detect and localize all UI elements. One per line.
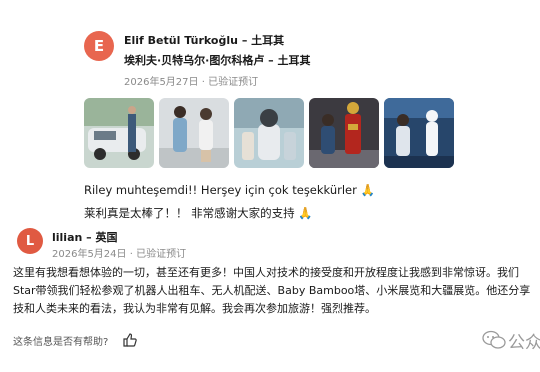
reviewer-name-translated: 埃利夫·贝特乌尔·图尔科格卢 – 土耳其 <box>124 54 311 67</box>
review-date: 2026年5月27日 · 已验证预订 <box>124 77 259 88</box>
review-quote-translated: 莱利真是太棒了！！ 非常感谢大家的支持 🙏 <box>84 206 313 220</box>
review-photo-2[interactable] <box>159 98 229 168</box>
photo-gallery <box>84 98 464 170</box>
review-quote-original: Riley muhteşemdi!! Herşey için çok teşek… <box>84 183 375 197</box>
reviewer-avatar: E <box>84 31 114 61</box>
reviewer-name[interactable]: lilian – 英国 <box>52 229 118 245</box>
review-date: 2026年5月24日 · 已验证预订 <box>52 249 187 260</box>
review-body-line: 技和人类未来的看法，我认为非常有见解。我会再次参加旅游！强烈推荐。 <box>13 302 376 315</box>
review-photo-1[interactable] <box>84 98 154 168</box>
helpful-prompt: 这条信息是否有帮助? <box>13 337 109 348</box>
review-photo-5[interactable] <box>384 98 454 168</box>
review-body-line: Star带领我们轻松参观了机器人出租车、无人机配送、Baby Bamboo塔、小… <box>13 284 531 297</box>
reviewer-avatar: L <box>17 228 43 254</box>
reviewer-name[interactable]: Elif Betül Türkoğlu – 土耳其 <box>124 32 284 48</box>
review-photo-4[interactable] <box>309 98 379 168</box>
review-body: 这里有我想看想体验的一切，甚至还有更多！中国人对技术的接受度和开放程度让我感到非… <box>13 264 530 318</box>
review-body-line: 这里有我想看想体验的一切，甚至还有更多！中国人对技术的接受度和开放程度让我感到非… <box>13 266 519 279</box>
wechat-icon <box>482 330 506 350</box>
thumbs-up-icon[interactable] <box>123 332 137 347</box>
watermark-text: 公众号 <box>508 333 540 353</box>
review-photo-3[interactable] <box>234 98 304 168</box>
